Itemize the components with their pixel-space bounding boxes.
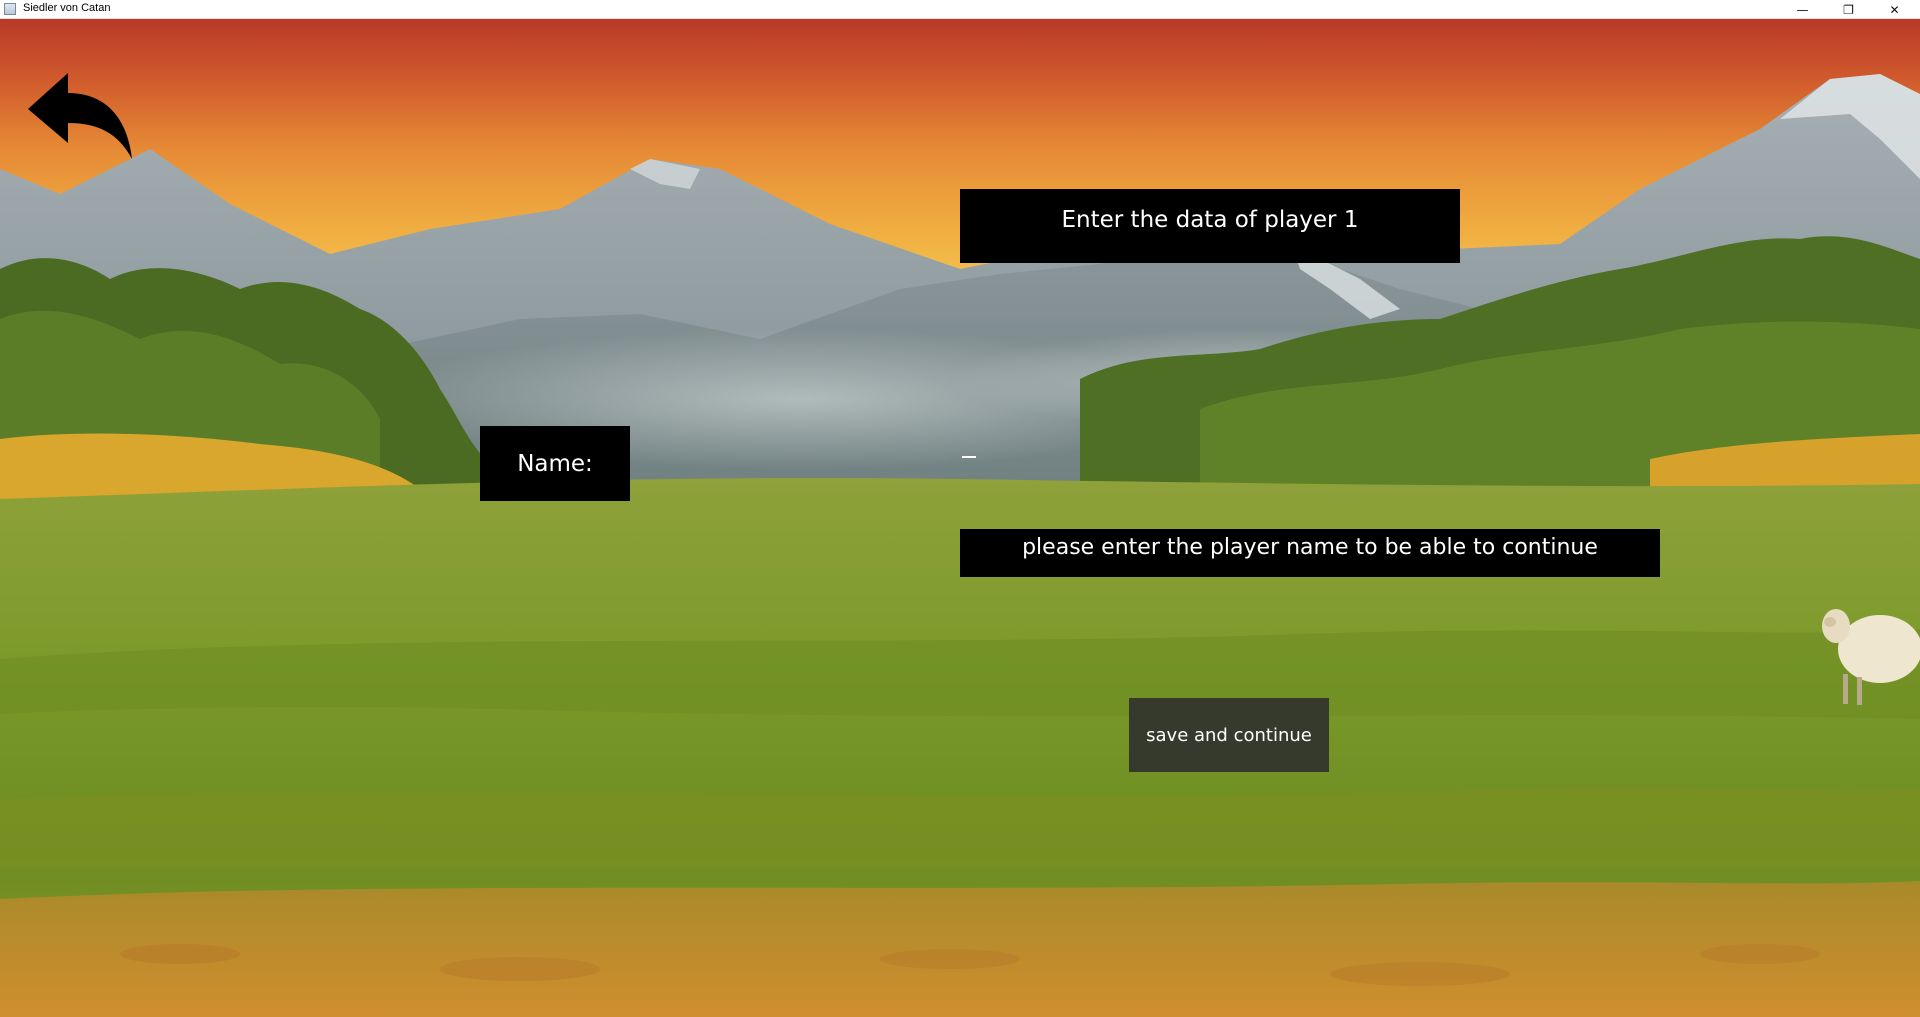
back-button[interactable]	[26, 71, 136, 166]
window-title: Siedler von Catan	[23, 2, 111, 14]
minimize-button[interactable]: —	[1780, 0, 1825, 19]
player-name-input[interactable]	[958, 436, 1466, 476]
landscape-illustration	[0, 74, 1920, 1017]
save-and-continue-button[interactable]: save and continue	[1129, 698, 1329, 772]
name-label: Name:	[480, 426, 630, 501]
back-arrow-icon	[28, 73, 132, 159]
game-window: Siedler von Catan — ❐ ✕ Enter the data o…	[0, 0, 1920, 1017]
maximize-button[interactable]: ❐	[1826, 0, 1871, 19]
close-button[interactable]: ✕	[1872, 0, 1917, 19]
title-bar: Siedler von Catan — ❐ ✕	[0, 0, 1920, 19]
landscape-background	[0, 19, 1920, 1017]
text-cursor	[962, 456, 976, 458]
error-message: please enter the player name to be able …	[960, 529, 1660, 577]
app-icon	[4, 3, 16, 15]
player-data-header: Enter the data of player 1	[960, 189, 1460, 263]
